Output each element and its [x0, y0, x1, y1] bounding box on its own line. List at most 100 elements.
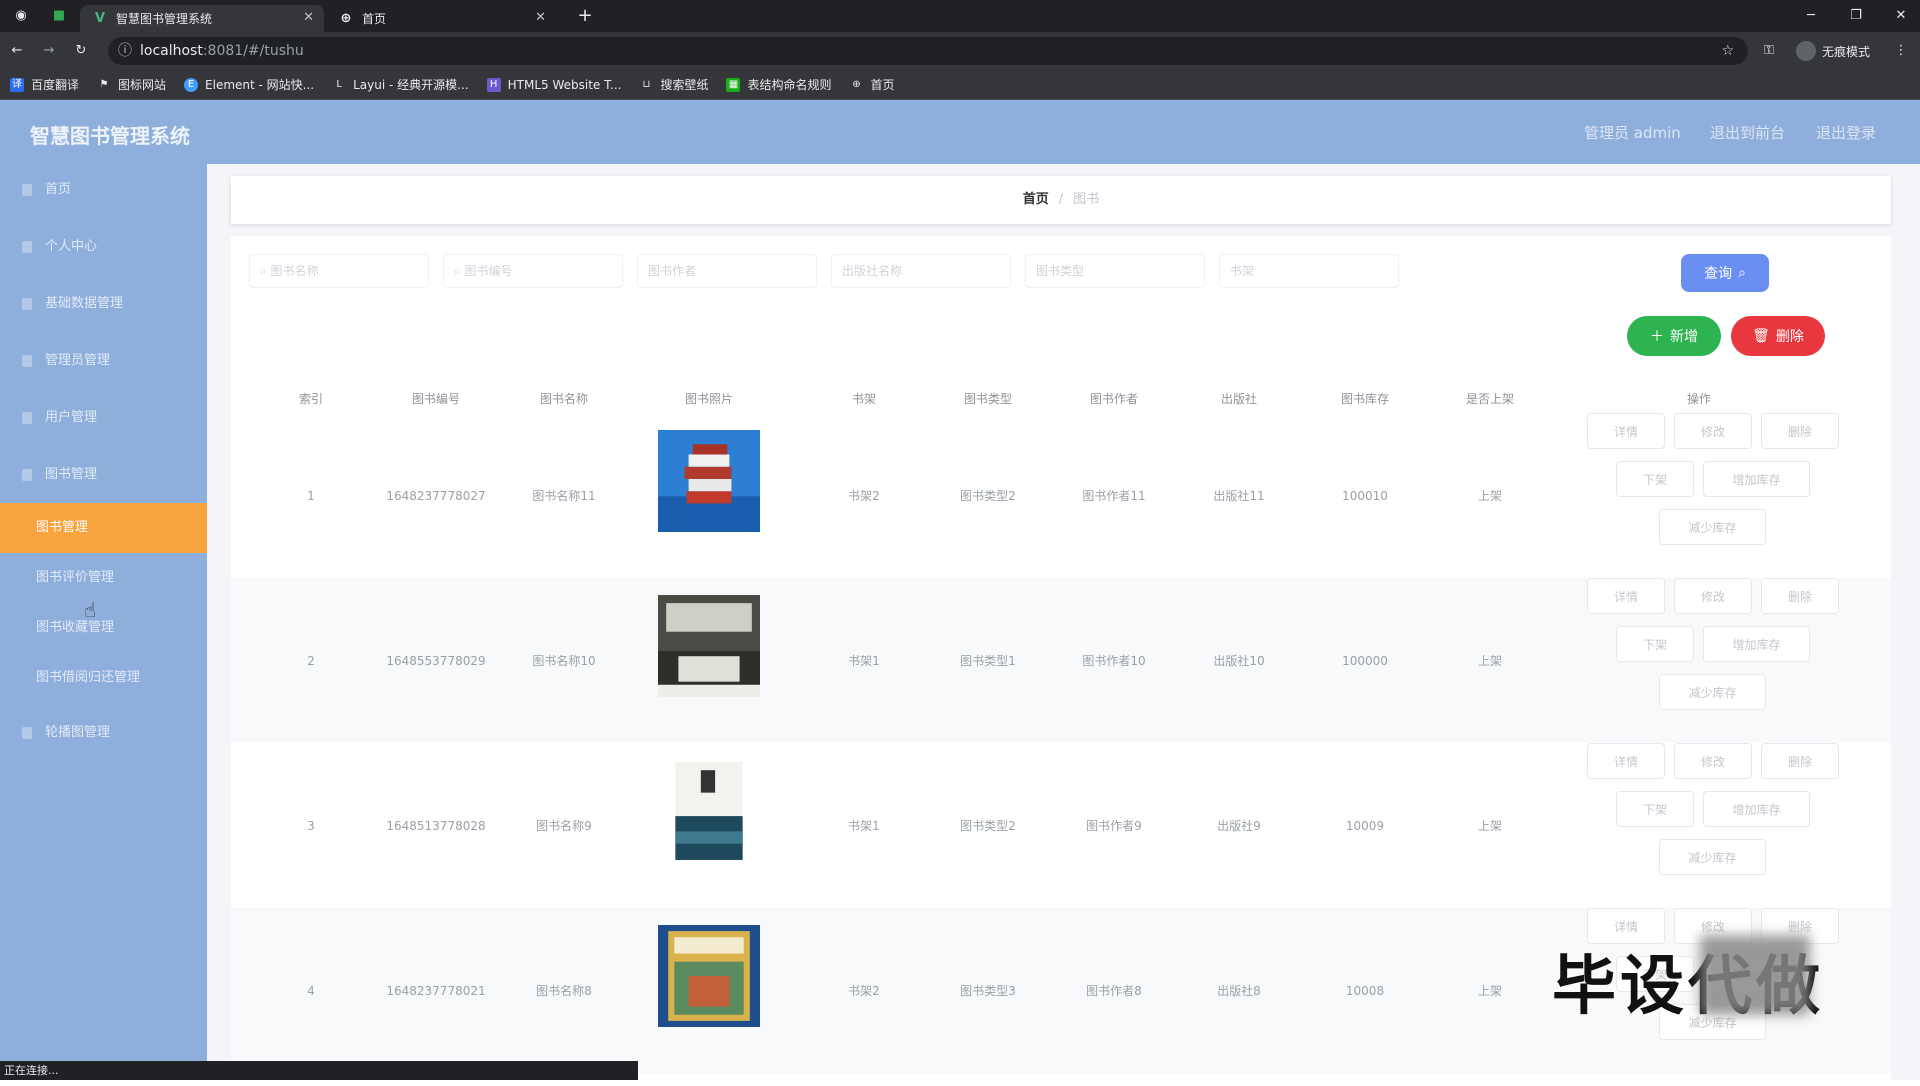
book-type-select[interactable]: 图书类型: [1025, 254, 1205, 288]
browser-tab[interactable]: ⊕ 首页 ✕: [326, 5, 556, 32]
browser-tab-active[interactable]: V 智慧图书管理系统 ✕: [80, 5, 324, 32]
author-input[interactable]: 图书作者: [637, 254, 817, 288]
app-header: 智慧图书管理系统 管理员 admin 退出到前台 退出登录: [0, 100, 1920, 164]
key-icon[interactable]: ⚿: [1758, 40, 1780, 62]
table-row: 2 1648553778029 图书名称10 书架1 图书类型1 图书作者10 …: [231, 578, 1891, 743]
shelf: 书架2: [848, 983, 880, 998]
stock: 100000: [1342, 653, 1388, 668]
increase-stock-button[interactable]: 增加库存: [1703, 791, 1810, 827]
book-cover-image[interactable]: [658, 925, 760, 1027]
sidebar-item-profile[interactable]: 个人中心: [0, 222, 207, 272]
forward-icon[interactable]: →: [38, 40, 60, 62]
sidebar-item-users[interactable]: 用户管理: [0, 393, 207, 443]
incognito-icon: [1796, 41, 1816, 61]
publisher: 出版社10: [1213, 653, 1265, 668]
shelf-select[interactable]: 书架: [1219, 254, 1399, 288]
logout-link[interactable]: 退出登录: [1816, 122, 1876, 143]
bookmark-item[interactable]: H HTML5 Website T...: [486, 77, 621, 92]
bookmark-item[interactable]: L Layui - 经典开源模...: [332, 76, 468, 93]
edit-button[interactable]: 修改: [1674, 743, 1752, 779]
sidebar-item-books[interactable]: 图书管理: [0, 450, 207, 500]
decrease-stock-button[interactable]: 减少库存: [1659, 509, 1766, 545]
new-tab-icon[interactable]: +: [574, 5, 596, 27]
exit-to-front-link[interactable]: 退出到前台: [1710, 122, 1785, 143]
tab-search-icon[interactable]: ■: [48, 5, 70, 27]
add-button[interactable]: ＋新增: [1627, 316, 1721, 356]
close-icon[interactable]: ✕: [535, 10, 546, 25]
sidebar-subitem-favorites[interactable]: 图书收藏管理: [0, 603, 207, 653]
sidebar-item-carousel[interactable]: 轮播图管理: [0, 708, 207, 758]
status: 上架: [1477, 818, 1502, 833]
row-index: 2: [307, 653, 315, 668]
bookmark-item[interactable]: ⊔ 搜索壁纸: [639, 76, 709, 93]
detail-button[interactable]: 详情: [1587, 578, 1665, 614]
url-input[interactable]: ⓘ localhost:8081/#/tushu ☆: [108, 37, 1748, 65]
table-icon: ▦: [726, 77, 741, 92]
book-cover-image[interactable]: [658, 430, 760, 532]
book-code: 1648237778027: [386, 488, 486, 503]
menu-icon[interactable]: ⋮: [1890, 40, 1912, 62]
sidebar-subitem-borrow[interactable]: 图书借阅归还管理: [0, 653, 207, 703]
chrome-icon[interactable]: ◉: [10, 5, 32, 27]
close-icon[interactable]: ✕: [303, 10, 314, 25]
book-name-input[interactable]: ⌕ 图书名称: [249, 254, 429, 288]
row-delete-button[interactable]: 删除: [1761, 743, 1839, 779]
detail-button[interactable]: 详情: [1587, 743, 1665, 779]
sidebar-item-admins[interactable]: 管理员管理: [0, 336, 207, 386]
sidebar-subitem-books[interactable]: 图书管理: [0, 503, 207, 553]
reload-icon[interactable]: ↻: [70, 40, 92, 62]
publisher: 出版社9: [1217, 818, 1261, 833]
close-window-icon[interactable]: ✕: [1890, 5, 1912, 27]
author: 图书作者8: [1086, 983, 1142, 998]
breadcrumb-home[interactable]: 首页: [1023, 192, 1049, 207]
decrease-stock-button[interactable]: 减少库存: [1659, 839, 1766, 875]
column-header: 图书类型: [963, 392, 1012, 406]
query-button[interactable]: 查询 ⌕: [1681, 254, 1769, 292]
bookmark-item[interactable]: ⊕ 首页: [849, 76, 894, 93]
tab-title: 智慧图书管理系统: [116, 12, 213, 26]
vue-icon: V: [94, 10, 106, 26]
incognito-indicator[interactable]: 无痕模式: [1796, 41, 1870, 61]
edit-button[interactable]: 修改: [1674, 578, 1752, 614]
bookmark-item[interactable]: ▦ 表结构命名规则: [726, 76, 831, 93]
back-icon[interactable]: ←: [6, 40, 28, 62]
star-icon[interactable]: ☆: [1721, 37, 1734, 65]
sidebar-subitem-reviews[interactable]: 图书评价管理: [0, 553, 207, 603]
author: 图书作者10: [1082, 653, 1146, 668]
row-delete-button[interactable]: 删除: [1761, 578, 1839, 614]
hand-cursor-icon: ☝: [84, 598, 97, 622]
bookmark-item[interactable]: E Element - 网站快...: [184, 76, 314, 93]
database-icon: [22, 298, 32, 310]
increase-stock-button[interactable]: 增加库存: [1703, 461, 1810, 497]
users-icon: [22, 412, 32, 424]
user-icon: [22, 241, 32, 253]
takedown-button[interactable]: 下架: [1616, 626, 1694, 662]
book-code-input[interactable]: ⌕ 图书编号: [443, 254, 623, 288]
minimize-icon[interactable]: ─: [1800, 5, 1822, 27]
book-name: 图书名称9: [536, 818, 592, 833]
book-cover-image[interactable]: [658, 595, 760, 697]
column-header: 图书作者: [1089, 392, 1138, 406]
author: 图书作者11: [1082, 488, 1146, 503]
publisher-input[interactable]: 出版社名称: [831, 254, 1011, 288]
sidebar-item-home[interactable]: 首页: [0, 165, 207, 215]
bookmark-item[interactable]: 译百度翻译: [10, 76, 79, 93]
bookmark-item[interactable]: ⚑ 图标网站: [97, 76, 167, 93]
book-cover-image[interactable]: [658, 760, 760, 862]
app-title: 智慧图书管理系统: [30, 124, 190, 148]
sidebar-item-base-data[interactable]: 基础数据管理: [0, 279, 207, 329]
takedown-button[interactable]: 下架: [1616, 791, 1694, 827]
takedown-button[interactable]: 下架: [1616, 461, 1694, 497]
increase-stock-button[interactable]: 增加库存: [1703, 626, 1810, 662]
wallpaper-icon: ⊔: [642, 78, 651, 90]
stock: 100010: [1342, 488, 1388, 503]
publisher: 出版社11: [1213, 488, 1265, 503]
row-delete-button[interactable]: 删除: [1761, 413, 1839, 449]
globe-icon: ⊕: [852, 78, 861, 90]
delete-button[interactable]: 🗑 删除: [1731, 316, 1825, 356]
detail-button[interactable]: 详情: [1587, 413, 1665, 449]
restore-icon[interactable]: ❐: [1845, 5, 1867, 27]
decrease-stock-button[interactable]: 减少库存: [1659, 674, 1766, 710]
url-path: :8081/#/tushu: [202, 43, 304, 59]
edit-button[interactable]: 修改: [1674, 413, 1752, 449]
